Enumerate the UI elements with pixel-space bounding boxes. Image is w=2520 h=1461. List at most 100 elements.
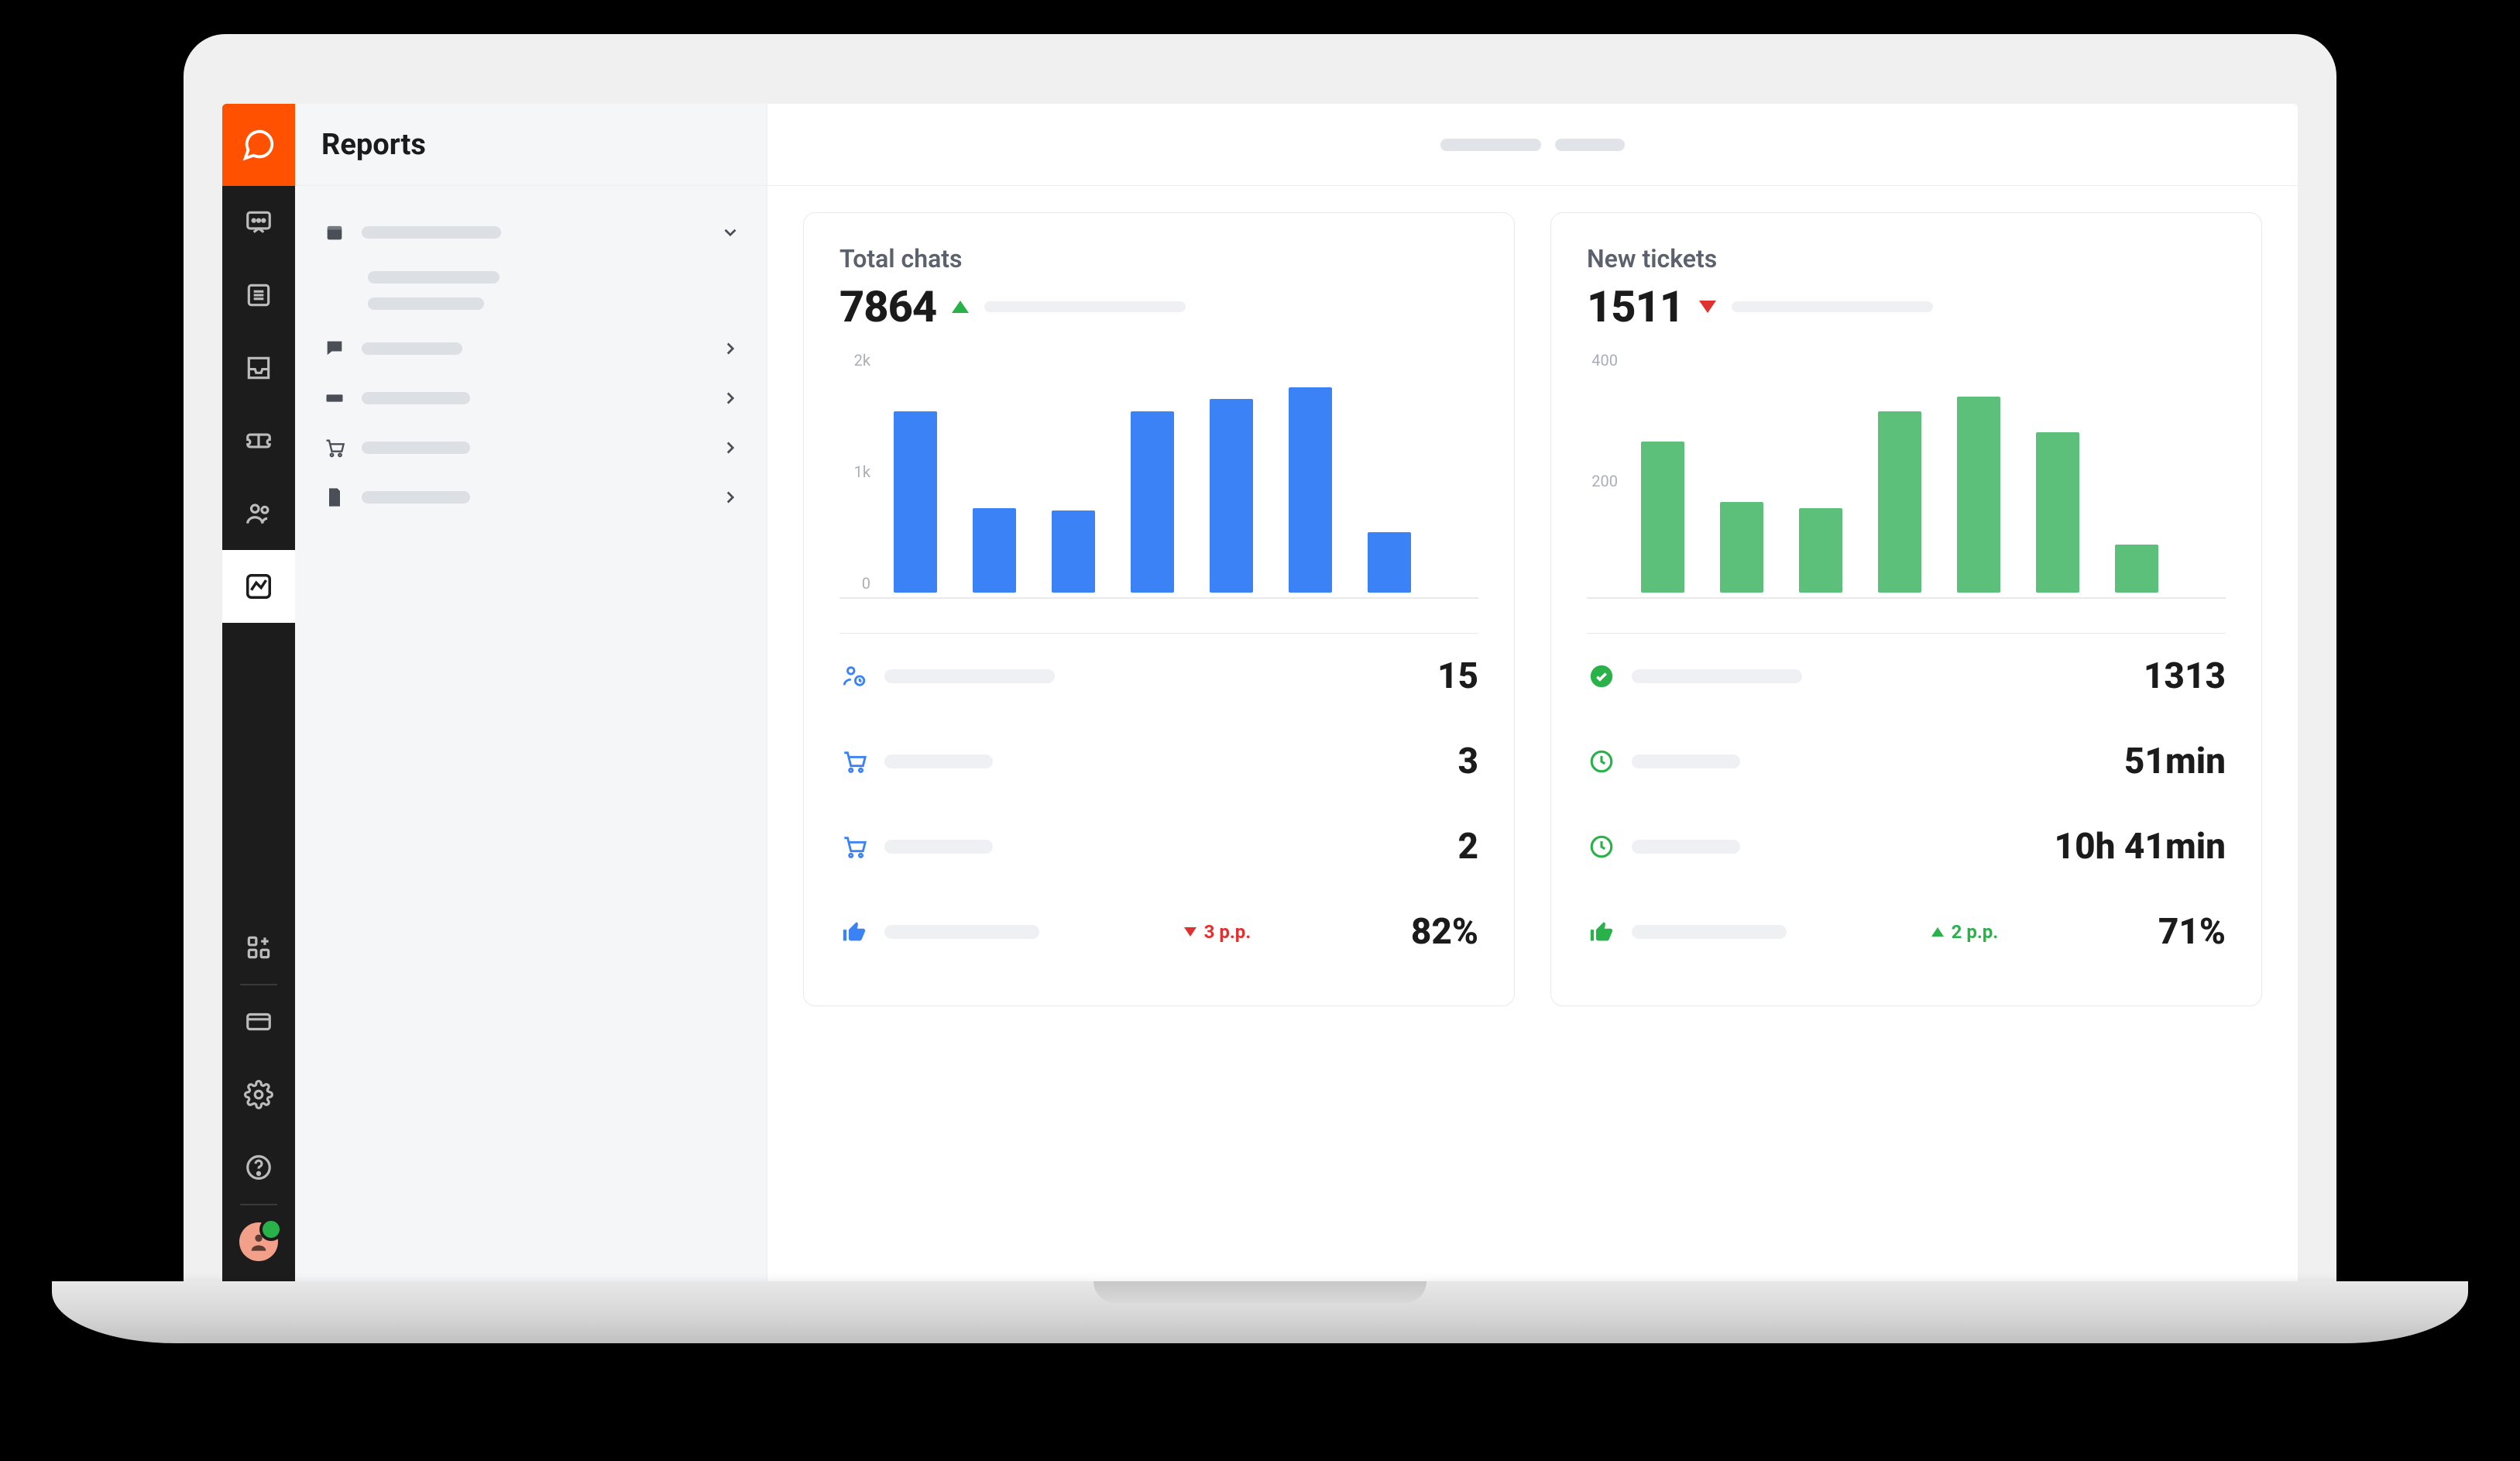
sidebar-item-tickets[interactable]: [321, 373, 740, 423]
nav-inbox[interactable]: [222, 332, 295, 404]
metric-value: 10h 41min: [2055, 826, 2226, 868]
placeholder: [1732, 301, 1933, 312]
sidebar-date-subitems: [321, 271, 740, 310]
placeholder: [884, 840, 993, 854]
sidebar-item-date[interactable]: [321, 208, 740, 257]
gear-icon: [244, 1080, 273, 1109]
y-tick: 400: [1587, 351, 1618, 370]
delta-down: 3 p.p.: [1184, 921, 1251, 943]
chevron-down-icon: [720, 222, 740, 242]
placeholder: [362, 392, 470, 404]
placeholder: [984, 301, 1186, 312]
bar: [1720, 502, 1763, 593]
chat-bubble-icon: [241, 127, 276, 163]
list-icon: [244, 280, 273, 310]
nav-team[interactable]: [222, 477, 295, 550]
brand-button[interactable]: [222, 104, 295, 186]
metric-value: 51min: [2124, 741, 2226, 782]
nav-reports[interactable]: [222, 550, 295, 623]
triangle-down-icon: [1184, 927, 1196, 937]
nav-billing[interactable]: [222, 985, 295, 1058]
metric-solved: 1313: [1587, 634, 2226, 719]
card-total-chats: Total chats 7864 2k 1k 0: [803, 212, 1515, 1006]
trend-up-icon: [952, 301, 969, 313]
bar: [1052, 510, 1095, 593]
metric-value: 82%: [1411, 911, 1478, 953]
metric-satisfaction: 2 p.p. 71%: [1587, 889, 2226, 975]
placeholder: [362, 442, 470, 454]
avatar-icon: [239, 1222, 278, 1261]
metric-first-response: 51min: [1587, 719, 2226, 804]
credit-card-icon: [244, 1007, 273, 1036]
delta-up: 2 p.p.: [1931, 921, 1999, 943]
placeholder: [1440, 139, 1541, 151]
y-axis: 400 200: [1587, 351, 1618, 593]
y-tick: 2k: [839, 351, 870, 370]
message-dots-icon: [244, 208, 273, 237]
inbox-icon: [244, 353, 273, 383]
thumbs-up-icon: [839, 917, 869, 947]
bar: [894, 411, 937, 593]
placeholder: [884, 669, 1055, 683]
triangle-up-icon: [1931, 927, 1944, 937]
top-bar: [767, 104, 2298, 186]
metric-satisfaction: 3 p.p. 82%: [839, 889, 1478, 975]
screen-bezel: Reports: [184, 34, 2336, 1281]
nav-chats[interactable]: [222, 186, 295, 259]
laptop-mockup: Reports: [184, 34, 2336, 1343]
placeholder: [1555, 139, 1625, 151]
bar: [1210, 399, 1253, 593]
metric-cart2: 2: [839, 804, 1478, 889]
profile-menu[interactable]: [239, 1205, 278, 1281]
metric-value: 71%: [2158, 911, 2226, 953]
placeholder: [884, 755, 993, 768]
metric-value: 15: [1437, 655, 1478, 697]
bar: [2036, 432, 2079, 593]
y-tick: 200: [1587, 472, 1618, 490]
placeholder: [368, 297, 484, 310]
cart-icon: [321, 435, 348, 461]
chart-total-chats: 2k 1k 0: [839, 351, 1478, 599]
app-screen: Reports: [222, 104, 2298, 1281]
nav-help[interactable]: [222, 1131, 295, 1204]
chart-line-icon: [244, 572, 273, 601]
placeholder: [368, 271, 500, 284]
cart-icon: [839, 832, 869, 861]
nav-tickets[interactable]: [222, 404, 295, 477]
agent-time-icon: [839, 662, 869, 691]
thumbs-up-icon: [1587, 917, 1616, 947]
trend-down-icon: [1699, 301, 1716, 313]
sidebar-item-export[interactable]: [321, 473, 740, 522]
bar: [973, 508, 1016, 593]
bar: [1957, 397, 2000, 593]
nav-list[interactable]: [222, 259, 295, 332]
laptop-base: [52, 1281, 2468, 1343]
sidebar-item-ecommerce[interactable]: [321, 423, 740, 473]
card-new-tickets: New tickets 1511 400 200: [1550, 212, 2262, 1006]
laptop-notch: [1093, 1281, 1427, 1303]
placeholder: [1632, 669, 1802, 683]
y-axis: 2k 1k 0: [839, 351, 870, 593]
placeholder: [1632, 925, 1787, 939]
nav-settings[interactable]: [222, 1058, 295, 1131]
file-icon: [321, 484, 348, 510]
apps-add-icon: [244, 933, 273, 962]
bar: [1878, 411, 1921, 593]
cart-icon: [839, 747, 869, 776]
metric-value: 1313: [2144, 655, 2226, 697]
nav-apps[interactable]: [222, 911, 295, 984]
chevron-right-icon: [720, 339, 740, 359]
chevron-right-icon: [720, 388, 740, 408]
metric-value: 2: [1457, 826, 1478, 868]
ticket-small-icon: [321, 385, 348, 411]
users-icon: [244, 499, 273, 528]
clock-icon: [1587, 747, 1616, 776]
card-value: 1511: [1587, 281, 1684, 332]
metric-agents: 15: [839, 634, 1478, 719]
chevron-right-icon: [720, 438, 740, 458]
main-content: Total chats 7864 2k 1k 0: [767, 104, 2298, 1281]
nav-rail: [222, 104, 295, 1281]
sidebar-item-chats[interactable]: [321, 324, 740, 373]
bar: [1131, 411, 1174, 593]
metric-resolution: 10h 41min: [1587, 804, 2226, 889]
